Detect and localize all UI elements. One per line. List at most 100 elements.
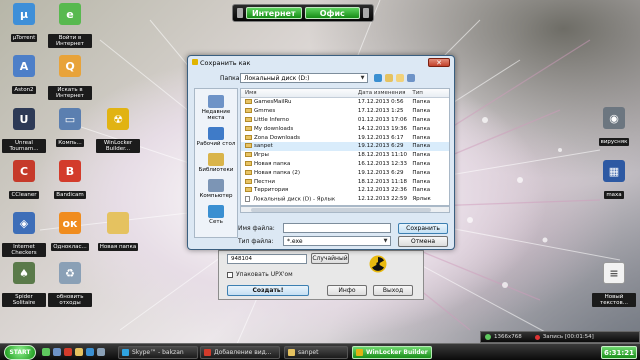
desktop-shortcut-label: Компь...: [56, 139, 84, 147]
table-row[interactable]: Игры 18.12.2013 11:10 Папка: [241, 151, 449, 160]
recycle-bin-icon: ♻: [59, 262, 81, 284]
desktop-shortcut-left-7[interactable]: C CCleaner: [2, 160, 46, 204]
file-name-cell: Gmmes: [241, 108, 358, 114]
filename-label: Имя файла:: [238, 225, 275, 232]
file-date: 19.12.2013 6:29: [357, 143, 404, 150]
place-item[interactable]: Недавние места: [195, 95, 237, 121]
random-button[interactable]: Случайный: [311, 253, 349, 264]
quicklaunch-settings-icon[interactable]: [97, 348, 105, 356]
save-button[interactable]: Сохранить: [398, 223, 448, 234]
upx-option[interactable]: Упаковать UPX'ом: [227, 271, 293, 278]
table-row[interactable]: sanpet 19.12.2013 6:29 Папка: [241, 141, 449, 151]
desktop-shortcut-right-2[interactable]: ≡ Новый текстов...: [592, 262, 636, 307]
taskbar-task[interactable]: Skype™ - bakzan: [118, 346, 198, 359]
table-row[interactable]: Новая папка (2) 19.12.2013 6:29 Папка: [241, 168, 449, 177]
new-folder-icon[interactable]: [396, 74, 404, 82]
place-item[interactable]: Рабочий стол: [195, 127, 237, 147]
table-row[interactable]: Новая папка 16.12.2013 12:33 Папка: [241, 160, 449, 169]
desktop-shortcut-left-13[interactable]: ♻ обновить отходы: [48, 262, 92, 307]
table-row[interactable]: Zona Downloads 19.12.2013 6:17 Папка: [241, 133, 449, 142]
desktop-shortcut-label: Bandicam: [54, 191, 86, 199]
place-item[interactable]: Библиотеки: [195, 153, 237, 173]
folder-bar: Папка: Локальный диск (D:) ▼: [194, 73, 450, 85]
desktop-shortcut-left-11[interactable]: Новая папка: [96, 212, 140, 256]
desktop-shortcut-label: Unreal Tournam...: [2, 139, 46, 153]
filename-input[interactable]: [283, 223, 391, 233]
taskbar-task[interactable]: WinLocker Builder: [352, 346, 432, 359]
internet-launcher-button[interactable]: Интернет: [246, 7, 302, 19]
desktop-shortcut-right-1[interactable]: ▦ maxa: [592, 160, 636, 204]
quicklaunch-browser-icon[interactable]: [64, 348, 72, 356]
upx-checkbox[interactable]: [227, 271, 233, 278]
create-button[interactable]: Создать!: [227, 285, 309, 296]
folder-label: Папка:: [220, 75, 242, 82]
file-name: My downloads: [254, 125, 294, 132]
file-date: 14.12.2013 19:36: [357, 125, 407, 132]
up-folder-icon[interactable]: [385, 74, 393, 82]
file-name-cell: Локальный диск (D) - Ярлык: [241, 195, 358, 202]
folder-icon: [245, 143, 252, 149]
table-row[interactable]: Gmmes 17.12.2013 1:25 Папка: [241, 107, 449, 116]
exit-button[interactable]: Выход: [373, 285, 413, 296]
code-field[interactable]: 948104: [227, 254, 307, 264]
desktop-shortcut-left-3[interactable]: Q Искать в Интернет: [48, 55, 92, 100]
table-row[interactable]: Территория 12.12.2013 22:36 Папка: [241, 186, 449, 195]
column-name[interactable]: Имя: [241, 90, 358, 96]
desktop-shortcut-left-1[interactable]: e Войти в Интернет: [48, 3, 92, 48]
task-label: Skype™ - bakzan: [132, 349, 184, 356]
office-launcher-button[interactable]: Офис: [304, 7, 360, 19]
file-date: 19.12.2013 6:29: [357, 169, 404, 176]
place-item[interactable]: Сеть: [195, 205, 237, 225]
table-row[interactable]: Локальный диск (D) - Ярлык 12.12.2013 22:…: [241, 195, 449, 204]
scrollbar-thumb[interactable]: [251, 208, 431, 212]
desktop-shortcut-left-2[interactable]: A Aston2: [2, 55, 46, 99]
desktop-shortcut-right-0[interactable]: ◉ вирусняк: [592, 107, 636, 151]
filetype-select[interactable]: *.exe ▼: [283, 236, 391, 246]
desktop-shortcut-left-0[interactable]: µ µTorrent: [2, 3, 46, 47]
desktop-shortcut-left-6[interactable]: ☢ WinLocker Builder...: [96, 108, 140, 153]
back-icon[interactable]: [374, 74, 382, 82]
file-list[interactable]: Имя Дата изменения Тип GamesMailRu 17.12.…: [240, 88, 450, 206]
column-date[interactable]: Дата изменения: [358, 90, 412, 96]
file-name: Gmmes: [254, 108, 276, 115]
table-row[interactable]: Little Inferno 01.12.2013 17:06 Папка: [241, 116, 449, 125]
spider-solitaire-icon: ♠: [13, 262, 35, 284]
taskbar-task[interactable]: Добавление вид...: [200, 346, 280, 359]
desktop-shortcut-label: обновить отходы: [48, 293, 92, 307]
taskbar-task[interactable]: sanpet: [284, 346, 348, 359]
quicklaunch-media-icon[interactable]: [86, 348, 94, 356]
utorrent-icon: µ: [13, 3, 35, 25]
folder-select[interactable]: Локальный диск (D:) ▼: [240, 73, 368, 83]
close-button[interactable]: ✕: [428, 58, 450, 67]
place-label: Компьютер: [199, 193, 233, 199]
column-type[interactable]: Тип: [412, 90, 449, 96]
desktop-shortcut-left-12[interactable]: ♠ Spider Solitaire: [2, 262, 46, 307]
file-name: Пестни: [254, 178, 275, 185]
table-row[interactable]: Пестни 18.12.2013 11:18 Папка: [241, 177, 449, 186]
bandicam-icon: B: [59, 160, 81, 182]
desktop-shortcut-left-9[interactable]: ◈ Internet Checkers: [2, 212, 46, 257]
quicklaunch-folder-icon[interactable]: [75, 348, 83, 356]
record-icon: [534, 334, 540, 340]
table-row[interactable]: My downloads 14.12.2013 19:36 Папка: [241, 124, 449, 133]
desktop-shortcut-left-4[interactable]: U Unreal Tournam...: [2, 108, 46, 153]
info-button[interactable]: Инфо: [327, 285, 367, 296]
desktop-shortcut-label: Искать в Интернет: [48, 86, 92, 100]
start-button[interactable]: START: [4, 345, 36, 360]
search-internet-icon: Q: [59, 55, 81, 77]
file-name: Территория: [254, 187, 289, 194]
horizontal-scrollbar[interactable]: [240, 206, 450, 213]
folder-icon: [245, 125, 252, 131]
view-menu-icon[interactable]: [407, 74, 415, 82]
quicklaunch-explorer-icon[interactable]: [53, 348, 61, 356]
task-app-icon: [356, 349, 363, 356]
folder-icon: [245, 108, 252, 114]
table-row[interactable]: GamesMailRu 17.12.2013 0:56 Папка: [241, 98, 449, 107]
cancel-button[interactable]: Отмена: [398, 236, 448, 247]
desktop-shortcut-left-5[interactable]: ▭ Компь...: [48, 108, 92, 152]
quicklaunch-desktop-icon[interactable]: [42, 348, 50, 356]
file-name: sanpet: [254, 143, 273, 150]
place-item[interactable]: Компьютер: [195, 179, 237, 199]
desktop-shortcut-left-10[interactable]: ок Одноклас...: [48, 212, 92, 256]
desktop-shortcut-left-8[interactable]: B Bandicam: [48, 160, 92, 204]
